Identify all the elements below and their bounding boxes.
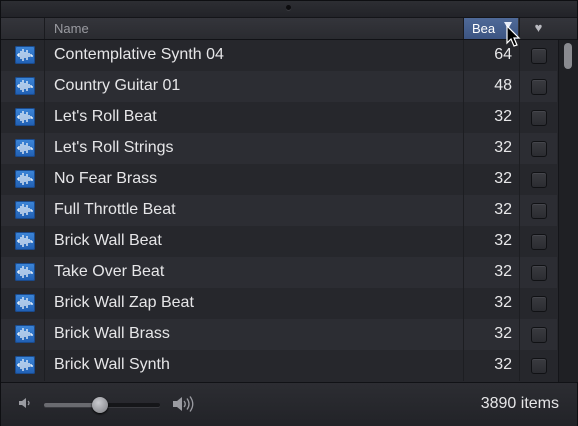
favorite-checkbox[interactable] xyxy=(531,203,547,219)
table-row[interactable]: Let's Roll Beat 32 xyxy=(1,102,557,133)
row-icon-cell xyxy=(1,288,45,319)
row-name: Brick Wall Zap Beat xyxy=(54,294,194,311)
browser-footer: 3890 items xyxy=(1,382,577,426)
row-favorite-cell xyxy=(519,226,557,257)
resize-handle[interactable] xyxy=(1,1,577,18)
row-icon-cell xyxy=(1,226,45,257)
grip-dot-icon xyxy=(286,5,291,10)
audio-waveform-icon xyxy=(15,356,35,374)
column-header: Name Bea ♥ xyxy=(1,18,577,40)
favorite-checkbox[interactable] xyxy=(531,265,547,281)
favorite-checkbox[interactable] xyxy=(531,172,547,188)
row-icon-cell xyxy=(1,102,45,133)
audio-waveform-icon xyxy=(15,108,35,126)
scroll-thumb[interactable] xyxy=(564,43,572,69)
row-favorite-cell xyxy=(519,133,557,164)
loop-list[interactable]: Contemplative Synth 04 64 Country Guitar 0… xyxy=(1,40,557,382)
table-row[interactable]: Let's Roll Strings 32 xyxy=(1,133,557,164)
row-beats: 32 xyxy=(463,257,518,288)
favorite-checkbox[interactable] xyxy=(531,327,547,343)
heart-icon: ♥ xyxy=(534,20,543,35)
row-beats: 32 xyxy=(463,102,518,133)
table-row[interactable]: Country Guitar 01 48 xyxy=(1,71,557,102)
volume-low-icon xyxy=(19,398,30,408)
row-name: Let's Roll Beat xyxy=(54,108,157,125)
row-beats: 32 xyxy=(463,319,518,350)
audio-waveform-icon xyxy=(15,46,35,64)
vertical-scrollbar[interactable] xyxy=(558,40,578,382)
row-beats: 32 xyxy=(463,350,518,381)
row-icon-cell xyxy=(1,319,45,350)
row-name: Let's Roll Strings xyxy=(54,139,174,156)
table-row[interactable]: No Fear Brass 32 xyxy=(1,164,557,195)
audio-waveform-icon xyxy=(15,232,35,250)
row-beats: 32 xyxy=(463,164,518,195)
row-name: Full Throttle Beat xyxy=(54,201,176,218)
loop-browser: Name Bea ♥ Contemplative Synth 04 64 Count… xyxy=(0,0,578,426)
audio-waveform-icon xyxy=(15,201,35,219)
row-beats: 32 xyxy=(463,133,518,164)
row-name: No Fear Brass xyxy=(54,170,158,187)
row-beats: 32 xyxy=(463,226,518,257)
item-count: 3890 items xyxy=(480,395,559,412)
favorite-checkbox[interactable] xyxy=(531,296,547,312)
row-icon-cell xyxy=(1,257,45,288)
column-header-name[interactable]: Name xyxy=(54,21,89,36)
row-name: Brick Wall Brass xyxy=(54,325,170,342)
table-row[interactable]: Brick Wall Synth 32 xyxy=(1,350,557,381)
favorite-checkbox[interactable] xyxy=(531,234,547,250)
row-icon-cell xyxy=(1,71,45,102)
row-favorite-cell xyxy=(519,319,557,350)
row-favorite-cell xyxy=(519,288,557,319)
row-favorite-cell xyxy=(519,71,557,102)
table-row[interactable]: Brick Wall Beat 32 xyxy=(1,226,557,257)
volume-high-icon xyxy=(173,396,194,412)
row-icon-cell xyxy=(1,133,45,164)
table-row[interactable]: Contemplative Synth 04 64 xyxy=(1,40,557,71)
row-name: Brick Wall Synth xyxy=(54,356,170,373)
row-beats: 32 xyxy=(463,195,518,226)
row-favorite-cell xyxy=(519,40,557,71)
volume-slider[interactable] xyxy=(44,397,160,413)
column-header-favorite[interactable]: ♥ xyxy=(519,18,557,39)
row-name: Country Guitar 01 xyxy=(54,77,181,94)
row-name: Contemplative Synth 04 xyxy=(54,46,224,63)
row-beats: 32 xyxy=(463,288,518,319)
table-row[interactable]: Brick Wall Brass 32 xyxy=(1,319,557,350)
table-row[interactable]: Full Throttle Beat 32 xyxy=(1,195,557,226)
row-icon-cell xyxy=(1,350,45,381)
mouse-cursor-icon xyxy=(506,25,521,47)
column-header-icon[interactable] xyxy=(1,18,45,39)
favorite-checkbox[interactable] xyxy=(531,141,547,157)
favorite-checkbox[interactable] xyxy=(531,358,547,374)
favorite-checkbox[interactable] xyxy=(531,110,547,126)
audio-waveform-icon xyxy=(15,263,35,281)
row-favorite-cell xyxy=(519,164,557,195)
favorite-checkbox[interactable] xyxy=(531,48,547,64)
row-icon-cell xyxy=(1,40,45,71)
table-row[interactable]: Take Over Beat 32 xyxy=(1,257,557,288)
row-favorite-cell xyxy=(519,350,557,381)
row-name: Take Over Beat xyxy=(54,263,165,280)
column-header-beats-label: Bea xyxy=(472,21,496,36)
audio-waveform-icon xyxy=(15,139,35,157)
table-row[interactable]: Brick Wall Zap Beat 32 xyxy=(1,288,557,319)
row-favorite-cell xyxy=(519,195,557,226)
favorite-checkbox[interactable] xyxy=(531,79,547,95)
row-beats: 48 xyxy=(463,71,518,102)
row-icon-cell xyxy=(1,195,45,226)
row-favorite-cell xyxy=(519,257,557,288)
volume-slider-knob[interactable] xyxy=(91,397,108,413)
audio-waveform-icon xyxy=(15,77,35,95)
row-name: Brick Wall Beat xyxy=(54,232,162,249)
row-icon-cell xyxy=(1,164,45,195)
row-favorite-cell xyxy=(519,102,557,133)
audio-waveform-icon xyxy=(15,294,35,312)
audio-waveform-icon xyxy=(15,325,35,343)
audio-waveform-icon xyxy=(15,170,35,188)
